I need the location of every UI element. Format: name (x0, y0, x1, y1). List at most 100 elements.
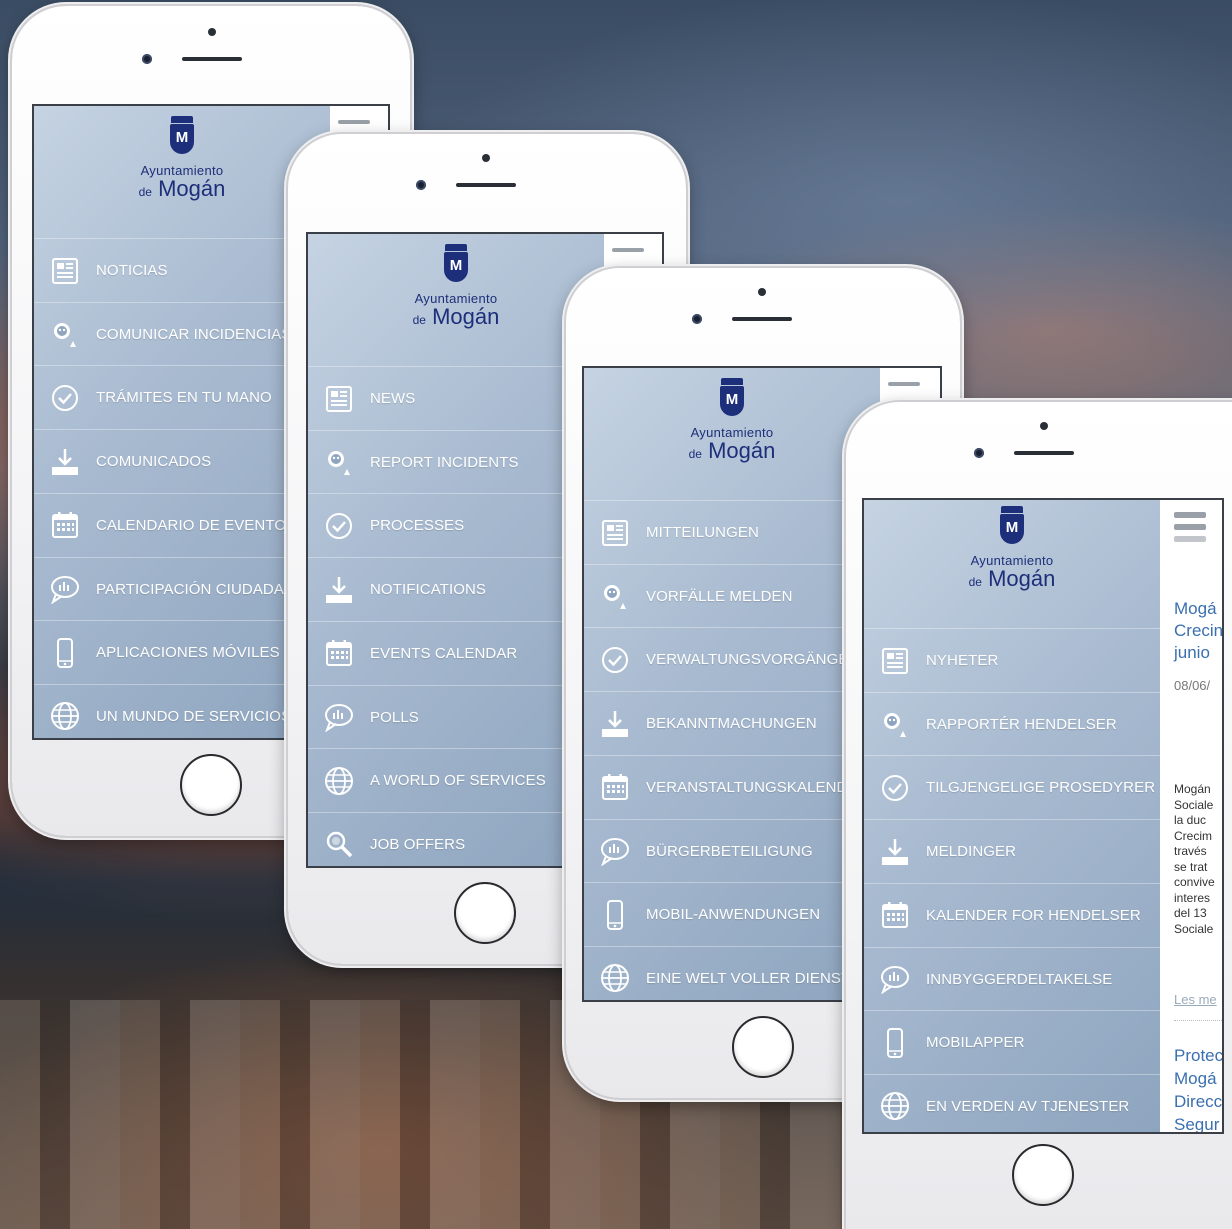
side-menu: M Ayuntamiento de Mogán NYHETER RAPPORTÉR… (864, 500, 1160, 1132)
speech-bubble-icon (322, 700, 356, 734)
read-more-link[interactable]: Les me (1174, 992, 1217, 1007)
news-panel: Mogá Crecin junio 08/06/ Mogán Sociale la du… (1160, 500, 1222, 1132)
menu-item[interactable]: TILGJENGELIGE PROSEDYRER (864, 755, 1160, 819)
menu-item[interactable]: JOB OFFERS (308, 811, 604, 866)
menu-item[interactable]: MOBILAPPER (864, 1010, 1160, 1074)
menu-item-label: PARTICIPACIÓN CIUDADANA (96, 580, 305, 598)
menu-item[interactable]: VORFÄLLE MELDEN (584, 563, 880, 628)
menu-item[interactable]: PROCESSES (308, 493, 604, 557)
phone-norwegian: Mogá Crecin junio 08/06/ Mogán Sociale la du… (846, 402, 1232, 1229)
menu-item[interactable]: EN VERDEN AV TJENESTER (864, 1073, 1160, 1132)
mogan-logo: M Ayuntamiento de Mogán (34, 116, 330, 203)
menu-item[interactable]: MELDINGER (864, 819, 1160, 883)
text-line: Crecin (1174, 621, 1224, 640)
menu-item-label: MOBIL-ANWENDUNGEN (646, 906, 821, 924)
crown-shield-icon: M (998, 506, 1026, 546)
menu-item-label: APLICACIONES MÓVILES (96, 644, 280, 662)
menu-item[interactable]: MITTEILUNGEN (584, 500, 880, 564)
crown-shield-icon: M (168, 116, 196, 156)
newspaper-icon (48, 254, 82, 288)
menu-item-label: BÜRGERBETEILIGUNG (646, 842, 813, 860)
menu-item[interactable]: TRÁMITES EN TU MANO (34, 365, 330, 429)
logo-line2: de Mogán (138, 176, 226, 201)
menu-item[interactable]: BÜRGERBETEILIGUNG (584, 818, 880, 883)
calendar-icon (48, 508, 82, 542)
download-tray-icon (878, 835, 912, 869)
logo-line2: de Mogán (412, 304, 500, 329)
home-button[interactable] (180, 754, 242, 816)
mogan-logo: M Ayuntamiento de Mogán (308, 244, 604, 331)
menu-item[interactable]: NOTIFICATIONS (308, 557, 604, 621)
home-button[interactable] (1012, 1144, 1074, 1206)
hamburger-icon[interactable] (888, 382, 920, 386)
text-line: convive (1174, 875, 1215, 889)
menu-item-label: VORFÄLLE MELDEN (646, 587, 793, 605)
news-title[interactable]: Mogá Crecin junio (1174, 598, 1224, 664)
menu-item[interactable]: REPORT INCIDENTS (308, 429, 604, 494)
newspaper-icon (598, 516, 632, 550)
menu-item[interactable]: COMUNICAR INCIDENCIAS (34, 301, 330, 366)
mogan-logo: M Ayuntamiento de Mogán (584, 378, 880, 465)
menu-item[interactable]: NEWS (308, 366, 604, 430)
news-title-2[interactable]: Protec Mogá Direcc Segur (1174, 1044, 1223, 1134)
menu-item[interactable]: VERANSTALTUNGSKALENDE (584, 754, 880, 819)
menu-item[interactable]: COMUNICADOS (34, 429, 330, 493)
globe-icon (878, 1089, 912, 1123)
menu-item[interactable]: PARTICIPACIÓN CIUDADANA (34, 556, 330, 621)
menu-item-label: MITTEILUNGEN (646, 524, 759, 541)
menu-item[interactable]: NOTICIAS (34, 238, 330, 302)
menu-item-label: NEWS (370, 390, 416, 407)
menu-item[interactable]: BEKANNTMACHUNGEN (584, 691, 880, 755)
crown-shield-icon: M (718, 378, 746, 418)
menu-item[interactable]: A WORLD OF SERVICES (308, 748, 604, 812)
globe-icon (48, 699, 82, 733)
menu-item[interactable]: EINE WELT VOLLER DIENSTE (584, 945, 880, 1000)
menu-item[interactable]: APLICACIONES MÓVILES (34, 620, 330, 684)
speech-bubble-icon (48, 572, 82, 606)
menu-item[interactable]: CALENDARIO DE EVENTOS (34, 492, 330, 557)
download-tray-icon (598, 707, 632, 741)
speech-bubble-icon (878, 962, 912, 996)
hamburger-icon[interactable] (1174, 512, 1206, 518)
news-date: 08/06/ (1174, 678, 1211, 693)
menu-item-label: MELDINGER (926, 843, 1017, 861)
hamburger-icon[interactable] (612, 248, 644, 252)
proximity-sensor (758, 288, 766, 296)
text-line: Segur (1174, 1115, 1220, 1134)
hamburger-icon[interactable] (338, 120, 370, 124)
check-circle-icon (878, 771, 912, 805)
menu-item-label: NYHETER (926, 652, 999, 669)
crown-shield-icon: M (442, 244, 470, 284)
side-menu: M Ayuntamiento de Mogán NOTICIAS COMUNICA… (34, 106, 330, 738)
calendar-icon (878, 898, 912, 932)
menu-item[interactable]: EVENTS CALENDAR (308, 620, 604, 685)
calendar-icon (598, 770, 632, 804)
check-circle-icon (48, 381, 82, 415)
menu-item[interactable]: UN MUNDO DE SERVICIOS (34, 683, 330, 738)
text-line: Direcc (1174, 1092, 1223, 1111)
menu-item[interactable]: MOBIL-ANWENDUNGEN (584, 882, 880, 946)
globe-icon (322, 764, 356, 798)
menu-item[interactable]: RAPPORTÉR HENDELSER (864, 691, 1160, 756)
menu-item[interactable]: NYHETER (864, 628, 1160, 692)
menu-item-label: MOBILAPPER (926, 1034, 1025, 1052)
menu-item[interactable]: POLLS (308, 684, 604, 749)
menu-item-label: REPORT INCIDENTS (370, 453, 519, 471)
menu-item[interactable]: KALENDER FOR HENDELSER (864, 882, 1160, 947)
newspaper-icon (322, 382, 356, 416)
menu-item-label: POLLS (370, 708, 419, 726)
side-menu: M Ayuntamiento de Mogán NEWS REPORT INCID… (308, 234, 604, 866)
newspaper-icon (878, 644, 912, 678)
home-button[interactable] (454, 882, 516, 944)
menu-item-label: BEKANNTMACHUNGEN (646, 715, 817, 733)
menu-item[interactable]: INNBYGGERDELTAKELSE (864, 946, 1160, 1011)
proximity-sensor (482, 154, 490, 162)
text-line: Mogán (1174, 782, 1211, 796)
menu-item[interactable]: VERWALTUNGSVORGÄNGE A (584, 627, 880, 691)
text-line: la duc (1174, 813, 1207, 827)
home-button[interactable] (732, 1016, 794, 1078)
menu-item-label: EINE WELT VOLLER DIENSTE (646, 969, 861, 987)
text-line: través (1174, 844, 1207, 858)
check-circle-icon (322, 509, 356, 543)
proximity-sensor (208, 28, 216, 36)
